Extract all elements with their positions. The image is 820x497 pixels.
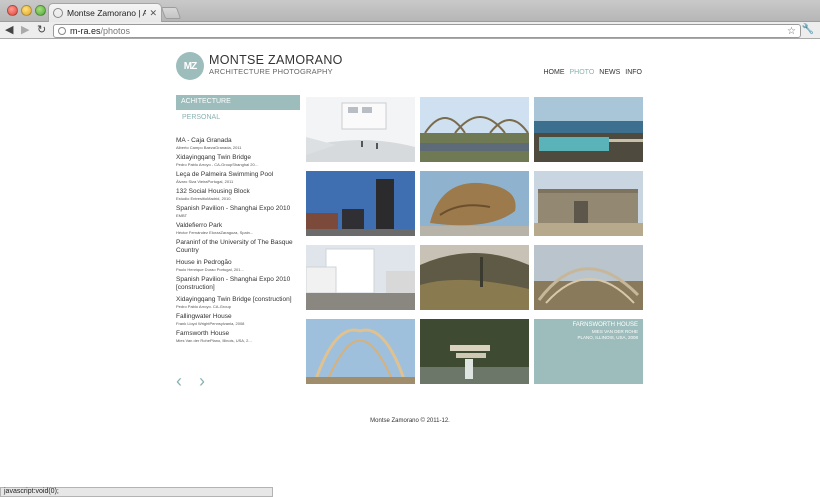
address-url[interactable]: m-ra.es/photos: [70, 26, 130, 36]
tab-close-icon[interactable]: ✕: [149, 8, 157, 19]
web-page: MZ MONTSE ZAMORANO ARCHITECTURE PHOTOGRA…: [0, 40, 820, 497]
project-subtitle: Alberto Campo BaezaGranada, 2011: [176, 145, 242, 150]
project-subtitle: Paulo Henrique Durao Portugal, 201...: [176, 267, 244, 272]
project-title: Fallingwater House: [176, 313, 232, 320]
globe-icon: [53, 8, 63, 18]
project-title: Spanish Pavilion - Shanghai Expo 2010: [176, 205, 291, 212]
list-item[interactable]: House in Pedrogão Paulo Henrique Durao Po…: [176, 259, 300, 272]
photo-image: [420, 245, 529, 310]
photo-image: [420, 97, 529, 162]
project-title: House in Pedrogão: [176, 259, 232, 266]
list-item[interactable]: MA - Caja Granada Alberto Campo BaezaGran…: [176, 137, 300, 150]
project-title: MA - Caja Granada: [176, 137, 232, 144]
project-subtitle: EMBT: [176, 213, 188, 218]
list-item[interactable]: Spanish Pavilion - Shanghai Expo 2010 EMB…: [176, 205, 300, 218]
list-item[interactable]: Leça de Palmeira Swimming Pool Álvaro Siz…: [176, 171, 300, 184]
photo-image: [306, 171, 415, 236]
wrench-menu-icon[interactable]: 🔧: [802, 24, 814, 35]
close-window-button[interactable]: [7, 5, 18, 16]
url-host: m-ra.es: [70, 26, 101, 36]
category-personal[interactable]: PERSONAL: [182, 114, 220, 121]
project-subtitle: Pedro Pablo Arroyo. CA-Group: [176, 304, 231, 309]
next-arrow-icon[interactable]: ›: [199, 372, 205, 390]
project-title: Xidayingqang Twin Bridge: [176, 154, 252, 161]
browser-window: Montse Zamorano | Architectu ✕ ◀ ▶ ↻ m-r…: [0, 0, 820, 497]
photo-thumb-bridge-construction[interactable]: [306, 319, 415, 384]
info-title: FARNSWORTH HOUSE: [572, 322, 638, 328]
photo-image: [534, 97, 643, 162]
category-architecture[interactable]: ACHITECTURE: [176, 95, 300, 110]
project-subtitle: Mies Van der RohePlano, Illinois, USA, 2…: [176, 338, 252, 343]
photo-thumb-social-housing[interactable]: [306, 171, 415, 236]
zoom-window-button[interactable]: [35, 5, 46, 16]
minimize-window-button[interactable]: [21, 5, 32, 16]
project-title: Spanish Pavilion - Shanghai Expo 2010 [c…: [176, 276, 291, 291]
project-subtitle: Estudio EntresitioMadrid, 2010.: [176, 196, 232, 201]
photo-thumb-pavilion-construction[interactable]: [534, 245, 643, 310]
photo-image: [306, 97, 415, 162]
photo-image: [420, 319, 529, 384]
url-path: /photos: [100, 26, 131, 36]
browser-toolbar: ◀ ▶ ↻ m-ra.es/photos ☆ 🔧: [0, 22, 820, 39]
list-item[interactable]: Spanish Pavilion - Shanghai Expo 2010 [c…: [176, 276, 300, 292]
photo-thumb-paraninf[interactable]: [306, 245, 415, 310]
project-subtitle: Pedro Pablo Arroyo - CA-GroupShanghai 20…: [176, 162, 259, 167]
main-nav: HOME PHOTO NEWS INFO: [544, 69, 643, 76]
bookmark-star-icon[interactable]: ☆: [787, 26, 796, 37]
project-subtitle: Frank Lloyd WrightPennsylvania, 2008: [176, 321, 245, 326]
project-list: MA - Caja Granada Alberto Campo BaezaGran…: [176, 137, 300, 347]
previous-arrow-icon[interactable]: ‹: [176, 372, 182, 390]
nav-home[interactable]: HOME: [544, 69, 565, 76]
farnsworth-info-tile[interactable]: FARNSWORTH HOUSE MIES VAN DER ROHE PLANO…: [534, 319, 643, 384]
photo-grid: FARNSWORTH HOUSE MIES VAN DER ROHE PLANO…: [306, 97, 643, 384]
project-title: Leça de Palmeira Swimming Pool: [176, 171, 274, 178]
photo-thumb-valdefierro-park[interactable]: [534, 171, 643, 236]
reload-icon[interactable]: ↻: [37, 24, 46, 36]
nav-info[interactable]: INFO: [625, 69, 642, 76]
project-title: 132 Social Housing Block: [176, 188, 250, 195]
brand-subtitle: ARCHITECTURE PHOTOGRAPHY: [209, 67, 333, 76]
tab-title: Montse Zamorano | Architectu: [67, 8, 147, 18]
photo-thumb-house-pedrogao[interactable]: [420, 245, 529, 310]
list-item[interactable]: Xidayingqang Twin Bridge Pedro Pablo Arro…: [176, 154, 300, 167]
list-item[interactable]: 132 Social Housing Block Estudio Entresit…: [176, 188, 300, 201]
footer-copyright: Montse Zamorano © 2011-12.: [370, 418, 450, 424]
photo-image: [306, 319, 415, 384]
list-item[interactable]: Fallingwater House Frank Lloyd WrightPenn…: [176, 313, 300, 326]
project-subtitle: Héctor Fernández ElorzaZaragoza, Spain..…: [176, 230, 254, 235]
photo-image: [306, 245, 415, 310]
photo-thumb-fallingwater[interactable]: [420, 319, 529, 384]
tab-strip: Montse Zamorano | Architectu ✕: [0, 0, 820, 22]
photo-image: [534, 171, 643, 236]
address-bar[interactable]: m-ra.es/photos ☆: [53, 24, 801, 38]
photo-thumb-twin-bridge[interactable]: [420, 97, 529, 162]
list-item[interactable]: Farnsworth House Mies Van der RohePlano, …: [176, 330, 300, 343]
info-location: PLANO, ILLINOIS, USA, 2008: [577, 334, 638, 340]
project-subtitle: Álvaro Siza VieiraPortugal, 2011: [176, 179, 234, 184]
brand-name[interactable]: MONTSE ZAMORANO: [209, 53, 343, 67]
browser-tab[interactable]: Montse Zamorano | Architectu ✕: [48, 3, 162, 22]
project-title: Paraninf of the University of The Basque…: [176, 239, 293, 254]
new-tab-button[interactable]: [160, 7, 182, 19]
photo-thumb-swimming-pool[interactable]: [534, 97, 643, 162]
site-logo[interactable]: MZ: [176, 52, 204, 80]
photo-thumb-caja-granada[interactable]: [306, 97, 415, 162]
back-arrow-icon[interactable]: ◀: [5, 24, 13, 36]
status-bar: javascript:void(0);: [0, 487, 273, 497]
photo-image: [420, 171, 529, 236]
forward-arrow-icon[interactable]: ▶: [21, 24, 29, 36]
site-info-icon[interactable]: [58, 27, 66, 35]
photo-image: [534, 245, 643, 310]
project-title: Xidayingqang Twin Bridge [construction]: [176, 296, 292, 303]
project-title: Farnsworth House: [176, 330, 230, 337]
nav-photo[interactable]: PHOTO: [570, 69, 595, 76]
list-item[interactable]: Xidayingqang Twin Bridge [construction] P…: [176, 296, 300, 309]
list-item[interactable]: Paraninf of the University of The Basque…: [176, 239, 300, 255]
list-item[interactable]: Valdefierro Park Héctor Fernández ElorzaZ…: [176, 222, 300, 235]
project-title: Valdefierro Park: [176, 222, 223, 229]
photo-thumb-spanish-pavilion[interactable]: [420, 171, 529, 236]
nav-news[interactable]: NEWS: [599, 69, 620, 76]
